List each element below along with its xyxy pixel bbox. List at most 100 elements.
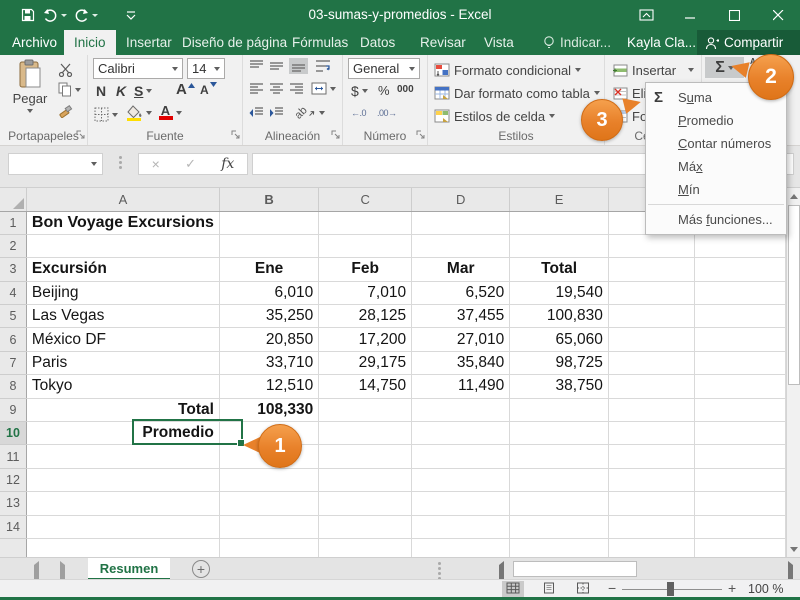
cell-A6[interactable]: México DF (26, 328, 219, 351)
cell-A5[interactable]: Las Vegas (26, 305, 219, 328)
page-break-view-button[interactable] (572, 581, 594, 597)
sheet-next-icon[interactable] (60, 565, 65, 580)
comma-format-button[interactable]: 000 (397, 84, 414, 95)
cell-C3[interactable]: Feb (319, 258, 412, 281)
cell-E9[interactable] (510, 398, 609, 421)
cell-partial-2[interactable] (694, 234, 785, 257)
number-format-select[interactable]: General (348, 58, 420, 79)
cell-A7[interactable]: Paris (26, 351, 219, 374)
cell-A14[interactable] (26, 515, 219, 538)
tell-me-box[interactable]: Indicar... (543, 30, 611, 55)
currency-format-button[interactable]: $ (351, 83, 368, 99)
row-header-13[interactable]: 13 (0, 492, 26, 515)
cell-C5[interactable]: 28,125 (319, 305, 412, 328)
cell-E11[interactable] (510, 445, 609, 468)
cell-partial[interactable] (26, 538, 219, 557)
horizontal-scroll-thumb[interactable] (513, 561, 637, 577)
cell-F13[interactable] (608, 492, 694, 515)
increase-indent-icon[interactable] (269, 106, 284, 119)
cell-partial-5[interactable] (694, 305, 785, 328)
cell-D6[interactable]: 27,010 (412, 328, 510, 351)
cell-A2[interactable] (26, 234, 219, 257)
col-header-A[interactable]: A (26, 188, 219, 211)
row-header-6[interactable]: 6 (0, 328, 26, 351)
cell-C1[interactable] (319, 211, 412, 234)
format-as-table-button[interactable]: Dar formato como tabla (434, 84, 600, 102)
cell-E5[interactable]: 100,830 (510, 305, 609, 328)
cell-D7[interactable]: 35,840 (412, 351, 510, 374)
minimize-button[interactable] (668, 0, 712, 30)
copy-icon[interactable] (58, 82, 81, 97)
cell-C2[interactable] (319, 234, 412, 257)
select-all-button[interactable] (0, 188, 26, 211)
font-size-select[interactable]: 14 (187, 58, 225, 79)
merge-center-icon[interactable] (311, 82, 336, 95)
paste-button[interactable]: Pegar (6, 59, 54, 131)
cell-A1[interactable]: Bon Voyage Excursions (26, 211, 219, 234)
cell-E7[interactable]: 98,725 (510, 351, 609, 374)
cell-A9[interactable]: Total (26, 398, 219, 421)
cell-F3[interactable] (608, 258, 694, 281)
row-header-3[interactable]: 3 (0, 258, 26, 281)
cell-E14[interactable] (510, 515, 609, 538)
cell-partial-10[interactable] (694, 422, 785, 445)
cell-B7[interactable]: 33,710 (219, 351, 318, 374)
cell-E10[interactable] (510, 422, 609, 445)
font-dialog-launcher-icon[interactable] (231, 127, 240, 142)
cell-partial[interactable] (608, 538, 694, 557)
cell-styles-button[interactable]: Estilos de celda (434, 107, 555, 125)
vertical-scrollbar[interactable] (786, 188, 800, 557)
menu-item-m-s-funciones[interactable]: Más funciones... (646, 208, 786, 231)
cell-D14[interactable] (412, 515, 510, 538)
conditional-formatting-button[interactable]: Formato condicional (434, 61, 581, 79)
cell-B9[interactable]: 108,330 (219, 398, 318, 421)
cell-B1[interactable] (219, 211, 318, 234)
insert-function-icon[interactable]: fx (221, 156, 234, 172)
cell-B6[interactable]: 20,850 (219, 328, 318, 351)
cell-B14[interactable] (219, 515, 318, 538)
cell-partial[interactable] (219, 538, 318, 557)
grow-font-button[interactable]: A (176, 81, 195, 98)
menu-item-contar-n-meros[interactable]: Contar números (646, 132, 786, 155)
italic-button[interactable]: K (116, 83, 126, 99)
active-cell-selection[interactable] (132, 419, 243, 445)
percent-format-button[interactable]: % (378, 83, 390, 98)
hscroll-left-icon[interactable] (499, 565, 504, 580)
cell-F11[interactable] (608, 445, 694, 468)
cell-B3[interactable]: Ene (219, 258, 318, 281)
orientation-button[interactable]: ab (295, 105, 325, 120)
cell-D13[interactable] (412, 492, 510, 515)
cell-partial[interactable] (694, 538, 785, 557)
col-header-C[interactable]: C (319, 188, 412, 211)
cell-A3[interactable]: Excursión (26, 258, 219, 281)
decrease-decimal-button[interactable]: .00→ (377, 108, 397, 118)
cell-partial-8[interactable] (694, 375, 785, 398)
close-button[interactable] (756, 0, 800, 30)
cell-C12[interactable] (319, 468, 412, 491)
cell-D10[interactable] (412, 422, 510, 445)
cell-B2[interactable] (219, 234, 318, 257)
cell-F2[interactable] (608, 234, 694, 257)
sheet-prev-icon[interactable] (34, 565, 39, 580)
tab-archivo[interactable]: Archivo (2, 30, 67, 55)
col-header-B[interactable]: B (219, 188, 318, 211)
cell-partial[interactable] (412, 538, 510, 557)
cell-E12[interactable] (510, 468, 609, 491)
name-box[interactable] (8, 153, 103, 175)
cell-C9[interactable] (319, 398, 412, 421)
tab-inicio[interactable]: Inicio (64, 30, 116, 55)
col-header-D[interactable]: D (412, 188, 510, 211)
underline-button[interactable]: S (134, 83, 152, 99)
borders-button[interactable] (94, 107, 118, 122)
row-header-4[interactable]: 4 (0, 281, 26, 304)
cell-A8[interactable]: Tokyo (26, 375, 219, 398)
page-layout-view-button[interactable] (538, 581, 560, 597)
cell-A4[interactable]: Beijing (26, 281, 219, 304)
cell-C8[interactable]: 14,750 (319, 375, 412, 398)
cell-D5[interactable]: 37,455 (412, 305, 510, 328)
cell-F9[interactable] (608, 398, 694, 421)
paste-dropdown-icon[interactable] (27, 109, 33, 113)
cell-partial-4[interactable] (694, 281, 785, 304)
cell-D4[interactable]: 6,520 (412, 281, 510, 304)
clipboard-dialog-launcher-icon[interactable] (76, 127, 85, 142)
